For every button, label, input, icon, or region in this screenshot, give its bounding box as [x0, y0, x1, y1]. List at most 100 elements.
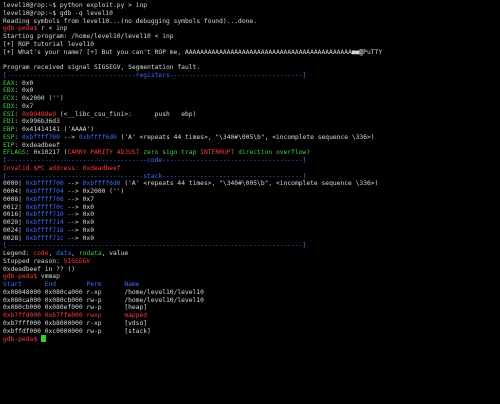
terminal-text: 0xbffdf000 0xc0000000 rw-p [stack] — [3, 327, 151, 335]
terminal-text: Start End Perm Name — [3, 281, 140, 288]
terminal-text: 0xbffff6d0 — [78, 133, 117, 141]
terminal-text: [------------------------------------sta… — [3, 172, 307, 180]
terminal-text: 0028| — [3, 234, 26, 242]
terminal-line: 0xb7fff000 0xb8000000 r-xp [vdso] — [3, 320, 500, 328]
terminal-text: ESI — [3, 110, 15, 118]
terminal-text: rodata — [78, 250, 102, 257]
terminal-line: [+] What's your name? [+] But you can't … — [3, 49, 500, 57]
terminal-text: EDI — [3, 118, 15, 126]
terminal-text: 0004| — [3, 188, 26, 195]
terminal-text: EFLAGS — [3, 149, 26, 157]
terminal-text: EBP — [3, 126, 15, 133]
terminal-text: Starting program: /home/level10/level10 … — [3, 33, 174, 40]
terminal-text: INTERRUPT — [200, 149, 235, 157]
terminal-line: level10@rop:~$ python exploit.py > inp — [3, 2, 500, 10]
terminal-text: ESP — [3, 133, 15, 141]
terminal-text: 0xdeadbeef in ?? () — [3, 265, 76, 273]
terminal-text: zero sign trap — [139, 149, 201, 157]
terminal-text: 0xbffff708 — [25, 195, 64, 203]
terminal-line: Starting program: /home/level10/level10 … — [3, 33, 500, 41]
terminal-line: Stopped reason: SIGSEGV — [3, 258, 500, 266]
terminal-text: gdb-peda$ — [3, 25, 41, 33]
terminal-text: level10@rop:~$ python exploit.py > inp — [3, 2, 148, 9]
terminal-text: EAX — [3, 79, 15, 87]
terminal-line: ESP: 0xbffff700 --> 0xbffff6d0 ('A' <rep… — [3, 134, 500, 142]
terminal-text: --> 0x0 — [63, 219, 95, 226]
terminal-text: 0xbffff6d0 — [82, 180, 121, 188]
terminal-line: Program received signal SIGSEGV, Segment… — [3, 64, 500, 72]
terminal-line: 0000| 0xbffff700 --> 0xbffff6d0 ('A' <re… — [3, 180, 500, 188]
terminal-text: 0x080cb000 0x080ef000 rw-p [heap] — [3, 304, 148, 312]
terminal-text: 0000| — [3, 180, 26, 188]
terminal-text: : 0x41414141 ('AAAA') — [14, 126, 94, 133]
terminal-text: 0008| — [3, 195, 26, 203]
terminal-text: EBX — [3, 87, 15, 95]
terminal-text: gdb-peda$ — [3, 273, 41, 281]
terminal-line: ESI: 0x80488e0 (<__libc_csu_fini>: push … — [3, 111, 500, 119]
terminal-text: 0xb7ffd000 0xb7ffe000 rwxp mapped — [3, 312, 148, 319]
terminal-text: 0xbffff710 — [25, 211, 64, 219]
terminal-line: [-------------------------------------co… — [3, 157, 500, 165]
terminal-line: EBX: 0x0 — [3, 87, 500, 95]
terminal-text: [-------------------------------------co… — [3, 157, 307, 164]
terminal-text: 0016| — [3, 211, 26, 219]
terminal-text: : — [14, 133, 22, 141]
terminal-text: , value — [101, 250, 129, 257]
terminal-line: 0xb7ffd000 0xb7ffe000 rwxp mapped — [3, 312, 500, 320]
terminal-line: 0004| 0xbffff704 --> 0x2000 ('') — [3, 188, 500, 196]
terminal-text: Program received signal SIGSEGV, Segment… — [3, 64, 201, 71]
terminal-text: vmmap — [40, 273, 60, 281]
terminal-line: EAX: 0x0 — [3, 80, 500, 88]
terminal-line: 0024| 0xbffff718 --> 0x0 — [3, 227, 500, 235]
terminal-text: --> 0x7 — [63, 195, 95, 203]
terminal-text: 0xb7fff000 0xb8000000 r-xp [vdso] — [3, 319, 148, 327]
terminal-line: 0016| 0xbffff710 --> 0x0 — [3, 211, 500, 219]
terminal-line: 0008| 0xbffff708 --> 0x7 — [3, 196, 500, 204]
terminal-line: 0x08048000 0x080ca000 r-xp /home/level10… — [3, 289, 500, 297]
terminal-text: : 0x2000 ('') — [14, 95, 64, 102]
terminal-text: ('A' <repeats 44 times>, "\340#\005\b", … — [120, 180, 379, 188]
terminal-line: Invalid $PC address: 0xdeadbeef — [3, 165, 500, 173]
terminal-text: 0024| — [3, 226, 26, 234]
terminal-text: 0020| — [3, 219, 26, 226]
terminal-text: r < inp — [40, 25, 68, 33]
terminal-text: : 0x996b36d3 — [14, 118, 60, 126]
terminal-text: --> 0x0 — [63, 234, 95, 242]
terminal-line: gdb-peda$ vmmap — [3, 273, 500, 281]
terminal-line: Start End Perm Name — [3, 281, 500, 289]
terminal-text: 0xbffff700 — [21, 133, 60, 141]
terminal-line: 0xdeadbeef in ?? () — [3, 266, 500, 274]
terminal-text: 0x080ca000 0x080cb000 rw-p /home/level10… — [3, 296, 204, 304]
terminal-text: --> — [63, 180, 83, 188]
terminal-text: : 0x0 — [14, 87, 34, 95]
terminal-text: --> 0x0 — [63, 226, 95, 234]
terminal-text: 0xbffff718 — [25, 226, 64, 234]
terminal-line: EIP: 0xdeadbeef — [3, 142, 500, 150]
terminal-text: 0012| — [3, 203, 26, 211]
terminal-line: [+] ROP tutorial level10 — [3, 41, 500, 49]
terminal-text: ('A' <repeats 44 times>, "\340#\005\b", … — [116, 133, 375, 141]
terminal-text: : 0x7 — [14, 102, 34, 110]
terminal-text: 0xbffff71c — [25, 234, 64, 242]
terminal-line: 0x080ca000 0x080cb000 rw-p /home/level10… — [3, 297, 500, 305]
terminal-text: 0xbffff714 — [25, 219, 64, 226]
terminal-text: : 0x0 — [14, 79, 34, 87]
terminal-text: --> — [59, 133, 79, 141]
terminal-text: , — [71, 250, 79, 257]
terminal-window[interactable]: level10@rop:~$ python exploit.py > inp le… — [0, 0, 500, 404]
terminal-text: : 0xdeadbeef — [14, 141, 60, 149]
terminal-text: 0x80488e0 — [21, 110, 57, 118]
terminal-text: CARRY PARITY ADJUST — [67, 149, 140, 157]
terminal-text: --> 0x0 — [63, 211, 95, 219]
terminal-text: EIP — [3, 141, 15, 149]
terminal-text: direction overflow) — [234, 149, 311, 157]
terminal-text: 0xbffff700 — [25, 180, 64, 188]
terminal-line: 0xbffdf000 0xc0000000 rw-p [stack] — [3, 328, 500, 336]
terminal-text: Invalid $PC address: 0xdeadbeef — [3, 164, 121, 172]
terminal-line: gdb-peda$ r < inp — [3, 25, 500, 33]
terminal-cursor — [40, 335, 46, 343]
terminal-text: (<__libc_csu_fini>: push ebp) — [56, 110, 197, 118]
terminal-text: --> 0x2000 ('') — [63, 188, 125, 195]
terminal-text: 0xbffff704 — [25, 188, 64, 195]
